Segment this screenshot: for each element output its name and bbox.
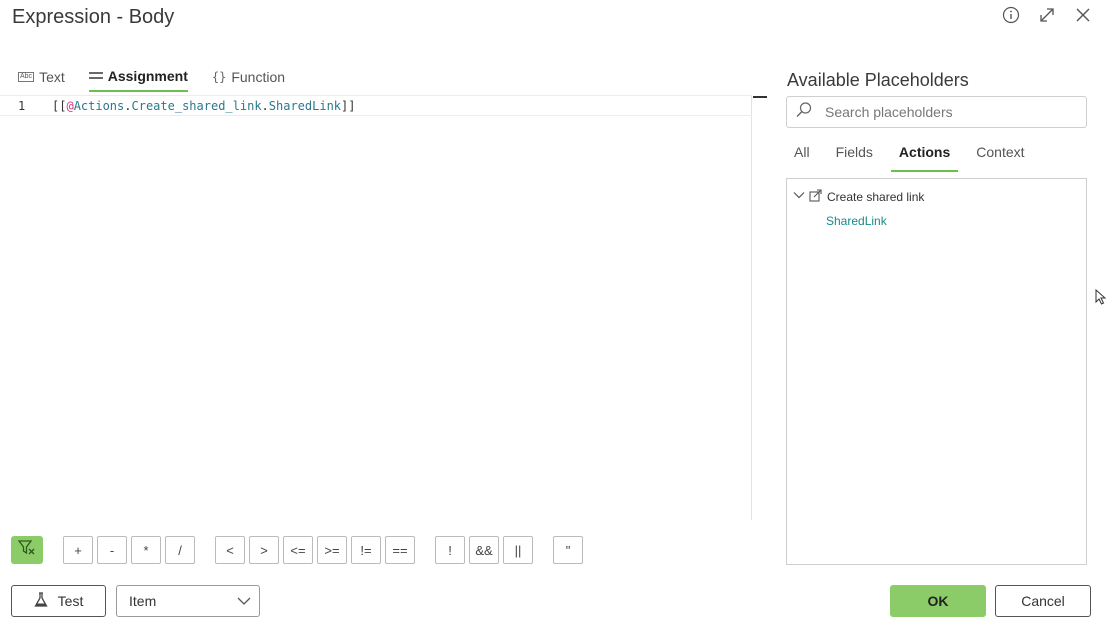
code-at-sign: @: [66, 99, 74, 113]
operator-minus-button[interactable]: -: [97, 536, 127, 564]
tree-node-create-shared-link[interactable]: Create shared link: [793, 188, 924, 205]
code-editor[interactable]: 1 [[@Actions.Create_shared_link.SharedLi…: [0, 95, 752, 520]
code-token-action-name: Create_shared_link: [131, 99, 262, 113]
operator-not-equal-button[interactable]: !=: [351, 536, 381, 564]
test-button-label: Test: [57, 593, 84, 609]
code-text[interactable]: [[@Actions.Create_shared_link.SharedLink…: [52, 99, 355, 113]
operator-not-button[interactable]: !: [435, 536, 465, 564]
chevron-down-icon[interactable]: [793, 189, 805, 204]
expression-mode-tabs: Abc Text Assignment {} Function: [18, 62, 285, 92]
operator-less-than-button[interactable]: <: [215, 536, 245, 564]
operator-quote-button[interactable]: ": [553, 536, 583, 564]
tab-context[interactable]: Context: [968, 144, 1032, 172]
line-number: 1: [18, 99, 26, 113]
code-token-actions: Actions: [73, 99, 125, 113]
tab-function[interactable]: {} Function: [212, 62, 285, 92]
expand-icon[interactable]: [1036, 4, 1058, 26]
placeholder-tree: Create shared link SharedLink: [786, 178, 1087, 565]
flask-icon: [34, 591, 48, 611]
item-select-value: Item: [129, 593, 157, 609]
code-token-field: SharedLink: [268, 99, 342, 113]
filter-icon: [17, 539, 36, 561]
tab-assignment[interactable]: Assignment: [88, 62, 188, 92]
code-dot: .: [124, 99, 132, 113]
code-dot: .: [261, 99, 269, 113]
editor-line[interactable]: 1 [[@Actions.Create_shared_link.SharedLi…: [0, 95, 752, 116]
header-icons: [1000, 4, 1094, 26]
item-select[interactable]: Item: [116, 585, 260, 617]
placeholder-search[interactable]: [786, 96, 1087, 128]
search-input[interactable]: [825, 104, 1065, 120]
operator-equal-button[interactable]: ==: [385, 536, 415, 564]
tab-actions[interactable]: Actions: [890, 144, 959, 172]
operator-greater-than-button[interactable]: >: [249, 536, 279, 564]
tree-leaf-sharedlink[interactable]: SharedLink: [826, 214, 887, 228]
tab-fields[interactable]: Fields: [828, 144, 881, 172]
operator-and-button[interactable]: &&: [469, 536, 499, 564]
filter-button[interactable]: [11, 536, 43, 564]
tab-text[interactable]: Abc Text: [18, 62, 65, 92]
code-close-brackets: ]]: [341, 99, 356, 113]
search-icon: [795, 101, 813, 124]
operator-divide-button[interactable]: /: [165, 536, 195, 564]
chevron-down-icon: [237, 593, 251, 609]
operator-plus-button[interactable]: +: [63, 536, 93, 564]
placeholder-tabs: All Fields Actions Context: [794, 144, 1043, 172]
text-abc-icon: Abc: [18, 72, 35, 82]
ok-button[interactable]: OK: [890, 585, 986, 617]
placeholders-title: Available Placeholders: [787, 70, 969, 90]
cancel-button[interactable]: Cancel: [995, 585, 1091, 617]
info-icon[interactable]: [1000, 4, 1022, 26]
tree-node-label: Create shared link: [827, 189, 925, 204]
operator-greater-equal-button[interactable]: >=: [317, 536, 347, 564]
tab-function-label: Function: [231, 69, 286, 85]
mouse-pointer-icon: [1095, 288, 1107, 310]
share-icon: [809, 188, 823, 205]
braces-icon: {}: [211, 70, 227, 84]
tab-assignment-label: Assignment: [107, 68, 188, 84]
equals-icon: [88, 68, 103, 84]
test-button[interactable]: Test: [11, 585, 106, 617]
operator-less-equal-button[interactable]: <=: [283, 536, 313, 564]
dialog-title: Expression - Body: [12, 6, 175, 28]
code-open-brackets: [[: [52, 99, 67, 113]
close-icon[interactable]: [1072, 4, 1094, 26]
tab-text-label: Text: [39, 69, 65, 85]
operator-multiply-button[interactable]: *: [131, 536, 161, 564]
operator-or-button[interactable]: ||: [503, 536, 533, 564]
tab-all[interactable]: All: [794, 144, 818, 172]
minimap-marker: [753, 96, 767, 98]
